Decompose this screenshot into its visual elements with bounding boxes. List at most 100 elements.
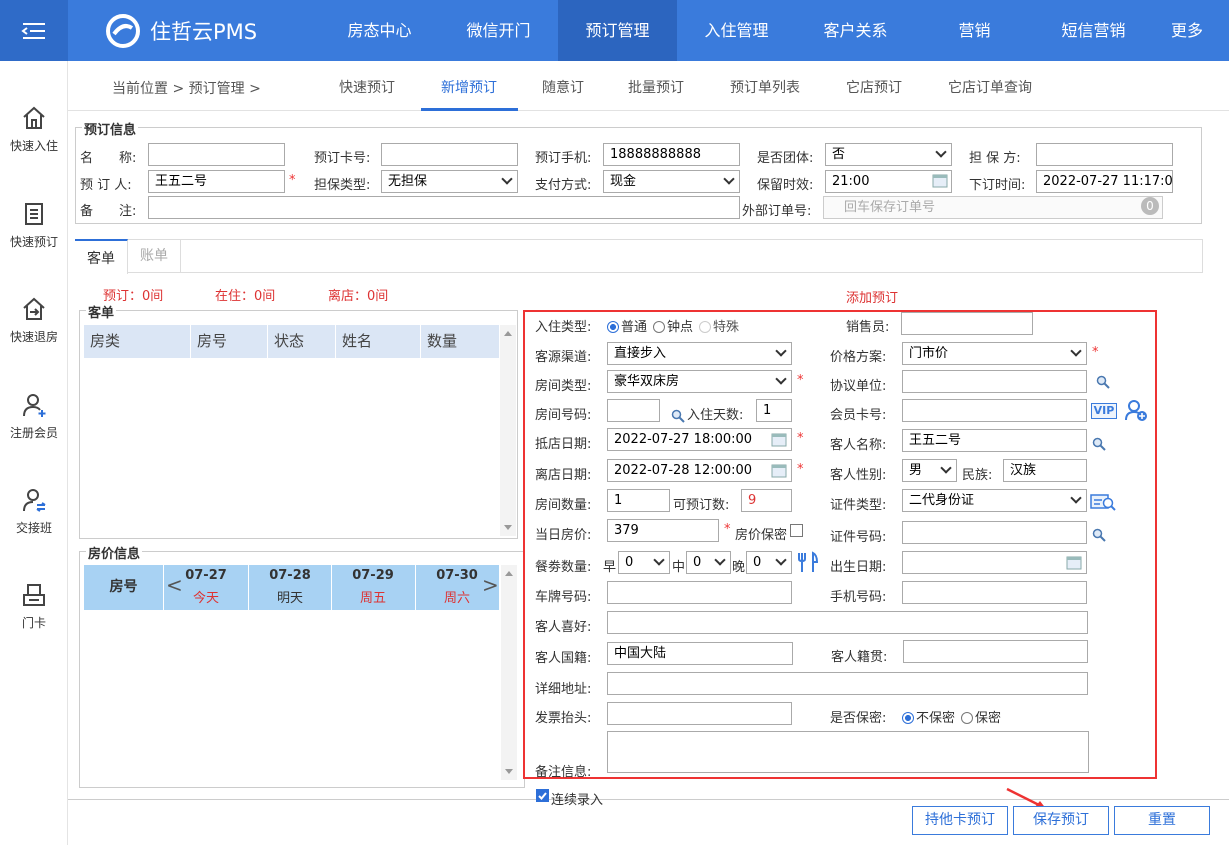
tab-free-booking[interactable]: 随意订 (542, 77, 584, 97)
available-input[interactable]: 9 (741, 489, 792, 512)
tab-booking-list[interactable]: 预订单列表 (730, 77, 800, 97)
tab-other-store-booking[interactable]: 它店预订 (846, 77, 902, 97)
search-icon[interactable] (1092, 437, 1106, 451)
room-no-input[interactable] (607, 399, 660, 422)
phone-input[interactable]: 18888888888 (603, 143, 740, 166)
nation-input[interactable]: 中国大陆 (607, 642, 793, 665)
radio-label: 普通 (621, 320, 648, 335)
remark-input[interactable] (148, 196, 740, 219)
rate-input[interactable]: 379 (607, 519, 719, 542)
tab-bill[interactable]: 账单 (128, 239, 181, 273)
search-icon[interactable] (1096, 375, 1110, 389)
note-textarea[interactable] (607, 731, 1089, 773)
calendar-icon[interactable] (1066, 556, 1082, 570)
vip-icon[interactable]: VIP (1091, 403, 1117, 419)
nav-more[interactable]: 更多(1 (1153, 0, 1213, 101)
nav-room-status[interactable]: 房态中心 (320, 0, 439, 61)
menu-toggle-button[interactable] (0, 0, 68, 61)
calendar-icon[interactable] (932, 174, 948, 188)
gender-select[interactable]: 男 (902, 459, 957, 482)
id-no-input[interactable] (902, 521, 1087, 544)
calendar-icon[interactable] (771, 464, 787, 478)
native-input[interactable] (903, 640, 1088, 663)
price-scrollbar[interactable] (501, 565, 517, 780)
nav-wechat-door[interactable]: 微信开门 (439, 0, 558, 61)
sidebar-shift-handover[interactable]: 交接班 (0, 487, 68, 536)
other-card-booking-button[interactable]: 持他卡预订 (912, 806, 1008, 835)
tab-guest-order[interactable]: 客单 (75, 239, 128, 274)
utensils-icon[interactable] (797, 551, 819, 573)
agreement-input[interactable] (902, 370, 1087, 393)
depart-date-input[interactable]: 2022-07-28 12:00:00 (607, 459, 792, 482)
chevron-down-icon (1070, 492, 1082, 504)
id-type-select[interactable]: 二代身份证 (902, 489, 1087, 512)
tab-new-booking[interactable]: 新增预订 (441, 77, 497, 97)
nav-sms[interactable]: 短信营销 (1034, 0, 1153, 61)
day-week: 明天 (276, 591, 303, 606)
tab-batch-booking[interactable]: 批量预订 (628, 77, 684, 97)
stay-type-special[interactable]: 特殊 (699, 316, 739, 335)
gender-value: 男 (909, 463, 923, 478)
nav-booking[interactable]: 预订管理 (558, 0, 677, 61)
arrive-date-label: 抵店日期: (535, 437, 592, 452)
next-day-icon[interactable]: > (482, 573, 499, 597)
plate-input[interactable] (607, 581, 792, 604)
id-reader-icon[interactable] (1090, 492, 1116, 512)
tab-other-store-query[interactable]: 它店订单查询 (948, 77, 1032, 97)
card-input[interactable] (381, 143, 518, 166)
search-icon[interactable] (671, 409, 685, 423)
save-booking-button[interactable]: 保存预订 (1013, 806, 1109, 835)
sidebar-door-card[interactable]: 门卡 (0, 582, 68, 631)
name-input[interactable] (148, 143, 285, 166)
address-input[interactable] (607, 672, 1088, 695)
guest-name-input[interactable]: 王五二号 (902, 429, 1087, 452)
member-card-input[interactable] (902, 399, 1087, 422)
nav-marketing[interactable]: 营销 (915, 0, 1034, 61)
reset-button[interactable]: 重置 (1114, 806, 1210, 835)
external-order-input[interactable]: 回车保存订单号 (823, 196, 1163, 219)
price-plan-select[interactable]: 门市价 (902, 342, 1087, 365)
order-time-input[interactable]: 2022-07-27 11:17:0 (1036, 170, 1173, 193)
dinner-select[interactable]: 0 (746, 551, 792, 574)
secret-option-yes[interactable]: 保密 (961, 707, 1001, 726)
sidebar-quick-checkin[interactable]: 快速入住 (0, 105, 68, 154)
sidebar-register-member[interactable]: 注册会员 (0, 392, 68, 441)
channel-select[interactable]: 直接步入 (607, 342, 792, 365)
group-select[interactable]: 否 (825, 143, 952, 166)
breakfast-select[interactable]: 0 (618, 551, 670, 574)
add-member-icon[interactable] (1124, 399, 1148, 422)
stay-type-hourly[interactable]: 钟点 (653, 316, 693, 335)
search-icon[interactable] (1092, 528, 1106, 542)
rate-secret-label: 房价保密 (735, 528, 788, 543)
rate-secret-checkbox[interactable] (790, 524, 803, 537)
room-count-input[interactable]: 1 (607, 489, 670, 512)
guarantee-type-select[interactable]: 无担保 (381, 170, 518, 193)
tab-quick-booking[interactable]: 快速预订 (339, 77, 395, 97)
chevron-down-icon (714, 554, 726, 566)
stay-type-normal[interactable]: 普通 (607, 316, 647, 335)
member-card-label: 会员卡号: (830, 408, 887, 423)
room-type-select[interactable]: 豪华双床房 (607, 370, 792, 393)
booker-input[interactable]: 王五二号 (148, 170, 285, 193)
mobile-input[interactable] (902, 581, 1087, 604)
ethnic-input[interactable]: 汉族 (1003, 459, 1087, 482)
stay-days-input[interactable]: 1 (756, 399, 792, 422)
sidebar-quick-booking[interactable]: 快速预订 (0, 201, 68, 250)
arrive-date-input[interactable]: 2022-07-27 18:00:00 (607, 428, 792, 451)
birth-input[interactable] (902, 551, 1087, 574)
invoice-input[interactable] (607, 702, 792, 725)
hobby-input[interactable] (607, 611, 1088, 634)
guarantor-input[interactable] (1036, 143, 1173, 166)
secret-option-no[interactable]: 不保密 (902, 707, 955, 726)
calendar-icon[interactable] (771, 433, 787, 447)
nav-crm[interactable]: 客户关系 (796, 0, 915, 61)
room-count-label: 房间数量: (535, 498, 592, 513)
sidebar-quick-checkout[interactable]: 快速退房 (0, 296, 68, 345)
continuous-checkbox[interactable] (536, 789, 549, 802)
guest-list-scrollbar[interactable] (500, 325, 516, 536)
scroll-down-icon (505, 769, 513, 774)
lunch-select[interactable]: 0 (686, 551, 731, 574)
sales-input[interactable] (901, 312, 1033, 335)
pay-select[interactable]: 现金 (603, 170, 740, 193)
nav-checkin[interactable]: 入住管理 (677, 0, 796, 61)
